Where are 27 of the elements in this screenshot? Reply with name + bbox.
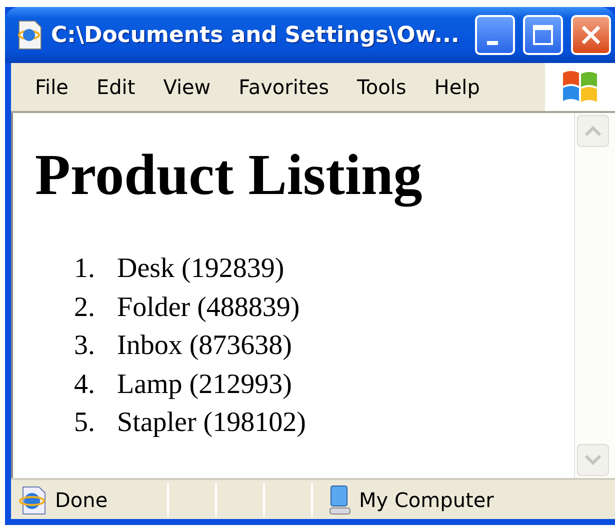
product-item: Inbox (873638) — [117, 330, 292, 362]
menu-item[interactable]: Help — [420, 75, 494, 99]
status-text: Done — [55, 488, 108, 512]
window-title: C:\Documents and Settings\Ow... — [51, 22, 460, 48]
list-number: 4. — [73, 368, 95, 401]
list-number: 1. — [73, 253, 95, 286]
product-item: Desk (192839) — [117, 253, 284, 286]
menu-item[interactable]: File — [21, 75, 82, 99]
list-number: 2. — [73, 292, 95, 324]
minimize-icon — [486, 41, 498, 45]
computer-icon — [327, 484, 353, 516]
maximize-icon — [531, 23, 555, 47]
product-item: Stapler (198102) — [117, 407, 306, 440]
page-heading: Product Listing — [35, 141, 422, 208]
menu-item[interactable]: Edit — [82, 75, 150, 99]
menu-item[interactable]: Tools — [343, 75, 420, 99]
zone-text: My Computer — [359, 488, 494, 512]
maximize-button[interactable] — [523, 15, 563, 55]
close-icon — [579, 23, 603, 47]
menu-item[interactable]: Favorites — [224, 75, 344, 99]
product-item: Lamp (212993) — [117, 368, 292, 401]
minimize-button[interactable] — [475, 15, 515, 55]
close-button[interactable] — [571, 15, 611, 55]
list-number: 3. — [73, 330, 95, 362]
product-item: Folder (488839) — [117, 292, 300, 324]
menu-item[interactable]: View — [149, 75, 225, 99]
list-number: 5. — [73, 407, 95, 440]
